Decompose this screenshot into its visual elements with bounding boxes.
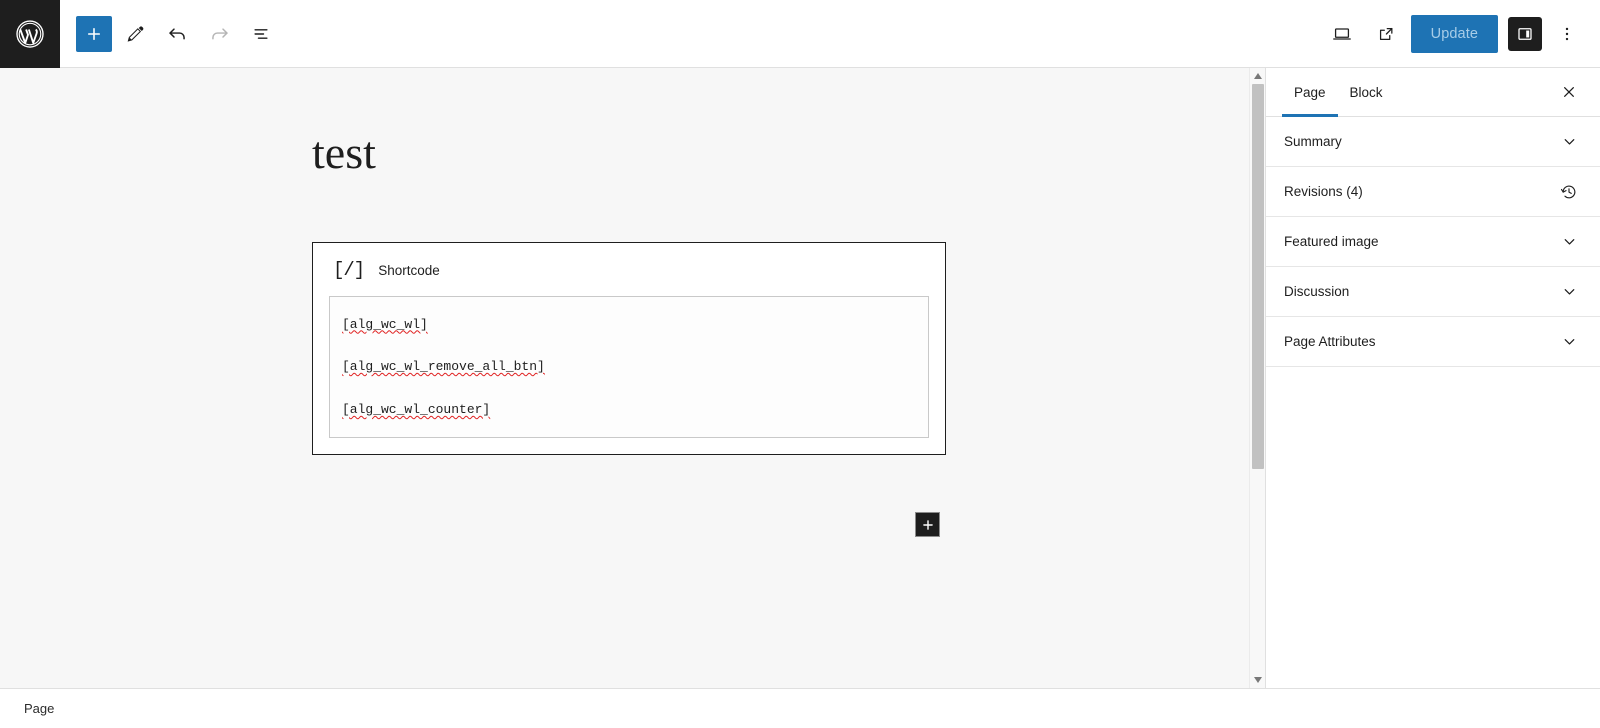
canvas-scrollbar[interactable] bbox=[1249, 68, 1265, 688]
sidebar-tab-bar: Page Block bbox=[1266, 68, 1600, 117]
sidebar-panel-label: Summary bbox=[1284, 134, 1342, 149]
breadcrumb[interactable]: Page bbox=[24, 701, 54, 716]
toolbar-left-group bbox=[60, 15, 280, 53]
chevron-down-icon bbox=[1561, 283, 1578, 300]
sidebar-panel-label: Page Attributes bbox=[1284, 334, 1376, 349]
editor-main-area: test [/] Shortcode [alg_wc_wl] [alg_wc_w… bbox=[0, 68, 1600, 688]
chevron-down-icon bbox=[1561, 333, 1578, 350]
page-title[interactable]: test bbox=[312, 127, 1265, 179]
sidebar-panel-summary[interactable]: Summary bbox=[1266, 117, 1600, 167]
document-overview-button[interactable] bbox=[242, 15, 280, 53]
tab-block[interactable]: Block bbox=[1338, 68, 1395, 116]
sidebar-panel-label: Discussion bbox=[1284, 284, 1350, 299]
shortcode-block[interactable]: [/] Shortcode [alg_wc_wl] [alg_wc_wl_rem… bbox=[312, 241, 946, 456]
external-link-icon bbox=[1376, 24, 1396, 44]
sidebar-panel-page-attributes[interactable]: Page Attributes bbox=[1266, 317, 1600, 367]
wordpress-logo-button[interactable] bbox=[0, 0, 60, 68]
shortcode-line-text: [alg_wc_wl_remove_all_btn] bbox=[342, 359, 545, 375]
update-button[interactable]: Update bbox=[1410, 14, 1498, 53]
shortcode-input[interactable]: [alg_wc_wl] [alg_wc_wl_remove_all_btn] [… bbox=[329, 295, 929, 439]
preview-button[interactable] bbox=[1323, 15, 1361, 53]
close-x-icon bbox=[1561, 84, 1577, 100]
sidebar-panel-label: Featured image bbox=[1284, 234, 1379, 249]
editor-top-toolbar: Update bbox=[0, 0, 1600, 68]
settings-sidebar: Page Block Summary Revisions (4) Feature… bbox=[1265, 68, 1600, 688]
scrollbar-thumb[interactable] bbox=[1252, 84, 1264, 469]
inline-add-block-button[interactable] bbox=[915, 512, 940, 537]
three-dots-vertical-icon bbox=[1558, 25, 1576, 43]
sidebar-panel-discussion[interactable]: Discussion bbox=[1266, 267, 1600, 317]
shortcode-icon: [/] bbox=[333, 258, 365, 281]
plus-icon bbox=[85, 25, 103, 43]
editor-canvas[interactable]: test [/] Shortcode [alg_wc_wl] [alg_wc_w… bbox=[0, 68, 1265, 688]
close-sidebar-button[interactable] bbox=[1552, 75, 1586, 109]
shortcode-line-text: [alg_wc_wl_counter] bbox=[342, 401, 491, 417]
post-content-area: test [/] Shortcode [alg_wc_wl] [alg_wc_w… bbox=[0, 68, 1265, 456]
shortcode-line: [alg_wc_wl_counter] bbox=[342, 402, 916, 418]
shortcode-line: [alg_wc_wl] bbox=[342, 317, 916, 333]
wordpress-logo-icon bbox=[15, 19, 45, 49]
toolbar-right-group: Update bbox=[1323, 14, 1600, 53]
add-block-button[interactable] bbox=[76, 15, 112, 52]
sidebar-panel-revisions[interactable]: Revisions (4) bbox=[1266, 167, 1600, 217]
shortcode-line-text: [alg_wc_wl] bbox=[342, 316, 428, 332]
plus-icon bbox=[921, 518, 935, 532]
shortcode-block-header: [/] Shortcode bbox=[329, 258, 929, 281]
edit-tool-button[interactable] bbox=[116, 15, 154, 53]
scrollbar-down-arrow[interactable] bbox=[1250, 672, 1265, 688]
chevron-down-icon bbox=[1561, 133, 1578, 150]
undo-arrow-icon bbox=[167, 23, 188, 44]
editor-bottom-bar: Page bbox=[0, 688, 1600, 728]
revision-clock-icon bbox=[1560, 183, 1578, 201]
sidebar-panel-featured-image[interactable]: Featured image bbox=[1266, 217, 1600, 267]
chevron-down-icon bbox=[1561, 233, 1578, 250]
settings-sidebar-toggle[interactable] bbox=[1508, 16, 1542, 51]
scrollbar-up-arrow[interactable] bbox=[1250, 68, 1265, 84]
list-view-icon bbox=[251, 24, 271, 44]
tab-page[interactable]: Page bbox=[1282, 68, 1338, 117]
editor-options-button[interactable] bbox=[1548, 15, 1586, 53]
redo-arrow-icon bbox=[209, 23, 230, 44]
view-post-button[interactable] bbox=[1367, 15, 1405, 53]
undo-button[interactable] bbox=[158, 15, 196, 53]
pencil-icon bbox=[126, 24, 145, 43]
sidebar-panel-label: Revisions (4) bbox=[1284, 184, 1363, 199]
sidebar-panel-icon bbox=[1516, 25, 1534, 43]
laptop-icon bbox=[1331, 23, 1353, 45]
shortcode-line: [alg_wc_wl_remove_all_btn] bbox=[342, 359, 916, 375]
redo-button[interactable] bbox=[200, 15, 238, 53]
shortcode-block-label: Shortcode bbox=[378, 262, 440, 278]
